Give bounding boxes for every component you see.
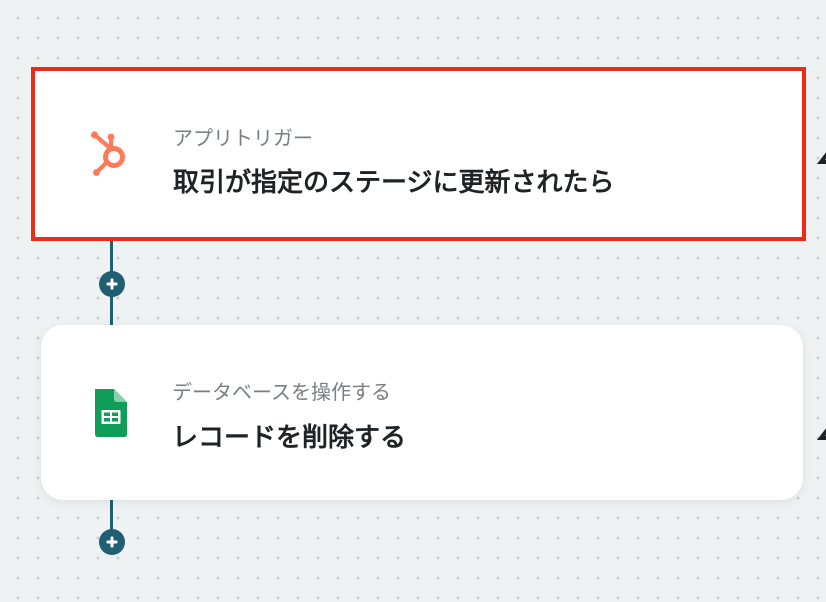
hubspot-icon (87, 129, 139, 181)
add-step-button[interactable] (99, 529, 125, 555)
google-sheets-icon (85, 387, 137, 439)
add-step-button[interactable] (99, 271, 125, 297)
edge-glyph-icon (816, 418, 826, 446)
action-step-type-label: データベースを操作する (172, 380, 391, 404)
trigger-step-title: 取引が指定のステージに更新されたら (173, 168, 615, 198)
action-step-card[interactable]: データベースを操作する レコードを削除する (41, 325, 803, 500)
action-step-title: レコードを削除する (172, 423, 407, 453)
edge-glyph-icon (816, 142, 826, 170)
trigger-step-type-label: アプリトリガー (173, 126, 313, 150)
trigger-step-card[interactable]: アプリトリガー 取引が指定のステージに更新されたら (31, 67, 806, 241)
